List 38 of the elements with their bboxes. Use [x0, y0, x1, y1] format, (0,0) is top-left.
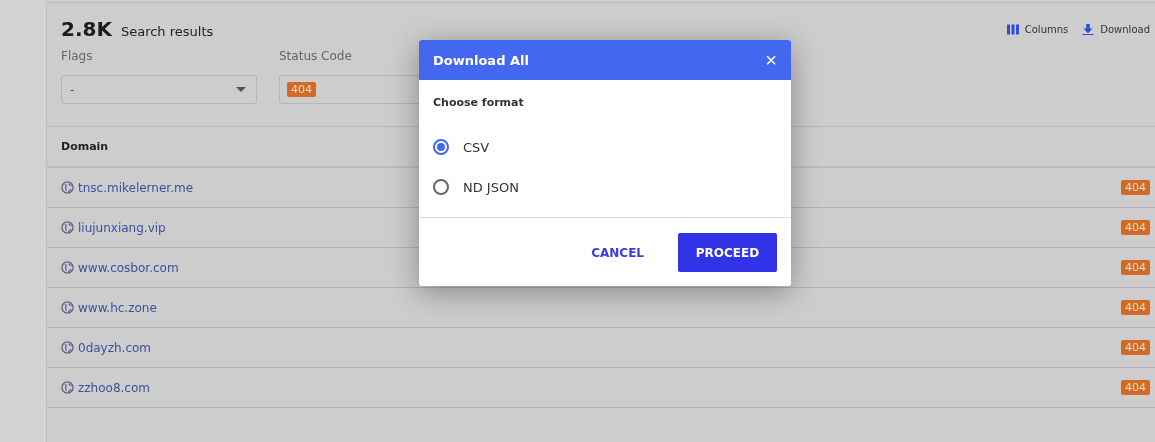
dialog-title: Download All: [433, 52, 529, 68]
domain-link[interactable]: www.cosbor.com: [78, 260, 179, 275]
results-label: Search results: [120, 24, 214, 39]
domain-link[interactable]: liujunxiang.vip: [78, 220, 166, 235]
columns-icon: [1006, 23, 1019, 35]
globe-icon: [61, 341, 74, 354]
globe-icon: [61, 181, 74, 194]
globe-icon: [61, 381, 74, 394]
proceed-button[interactable]: PROCEED: [678, 233, 777, 272]
columns-button[interactable]: Columns: [1006, 23, 1069, 35]
status-badge: 404: [1121, 260, 1150, 275]
status-badge: 404: [1121, 340, 1150, 355]
option-label: CSV: [463, 139, 490, 155]
status-badge: 404: [1121, 180, 1150, 195]
result-count: 2.8K: [61, 17, 112, 41]
cancel-button[interactable]: CANCEL: [577, 233, 658, 272]
download-button[interactable]: Download: [1082, 23, 1150, 35]
caret-icon: [236, 87, 246, 92]
domain-link[interactable]: www.hc.zone: [78, 300, 157, 315]
globe-icon: [61, 261, 74, 274]
column-header: Domain: [61, 140, 109, 153]
download-icon: [1082, 23, 1095, 35]
status-badge: 404: [1121, 380, 1150, 395]
option-label: ND JSON: [463, 179, 519, 195]
close-button[interactable]: ×: [765, 50, 777, 70]
globe-icon: [61, 221, 74, 234]
flags-select[interactable]: -: [61, 75, 257, 104]
domain-link[interactable]: tnsc.mikelerner.me: [78, 180, 194, 195]
status-badge: 404: [1121, 220, 1150, 235]
status-badge: 404: [1121, 300, 1150, 315]
radio-button[interactable]: [433, 179, 449, 195]
status-tag: 404: [287, 82, 316, 97]
globe-icon: [61, 301, 74, 314]
filter-label: Flags: [61, 49, 93, 63]
domain-link[interactable]: 0dayzh.com: [78, 340, 152, 355]
radio-button[interactable]: [433, 139, 449, 155]
filter-label: Status Code: [279, 49, 352, 63]
domain-link[interactable]: zzhoo8.com: [78, 380, 150, 395]
